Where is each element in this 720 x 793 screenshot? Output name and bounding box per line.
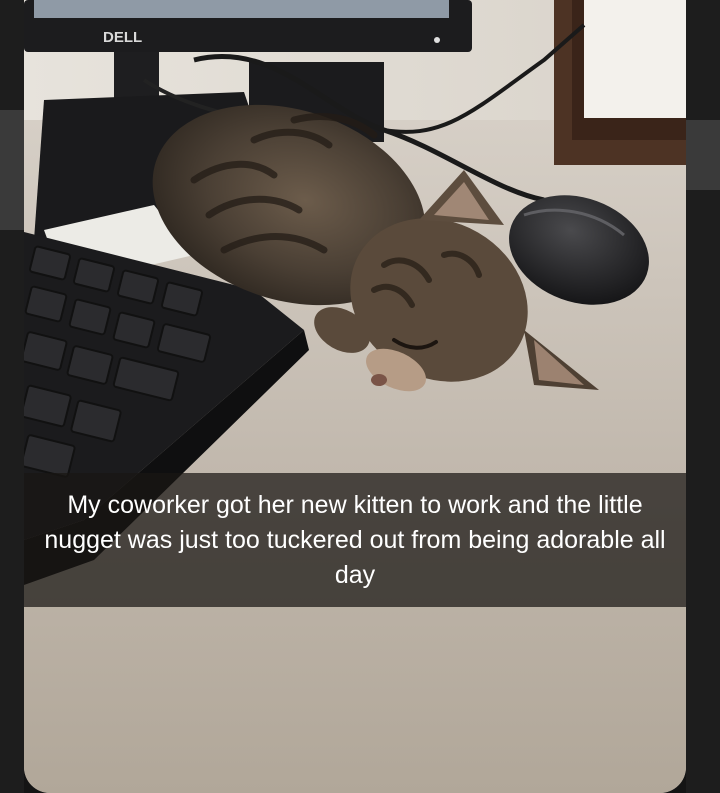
photo-card: DELL My coworker got her new kitten to w… [24,0,686,793]
monitor-screen-edge [34,0,449,18]
caption-text: My coworker got her new kitten to work a… [44,490,666,589]
monitor-stand-neck [114,52,159,100]
background-panel-right [686,120,720,190]
monitor-brand-logo: DELL [103,29,142,46]
monitor-power-light [434,37,440,43]
background-panel-left [0,110,24,230]
kitten-nose [371,374,387,386]
background-right-strip [686,0,720,793]
picture-frame-paper [584,0,686,118]
caption-bar: My coworker got her new kitten to work a… [24,473,686,607]
kitten-photo: DELL [24,0,686,793]
